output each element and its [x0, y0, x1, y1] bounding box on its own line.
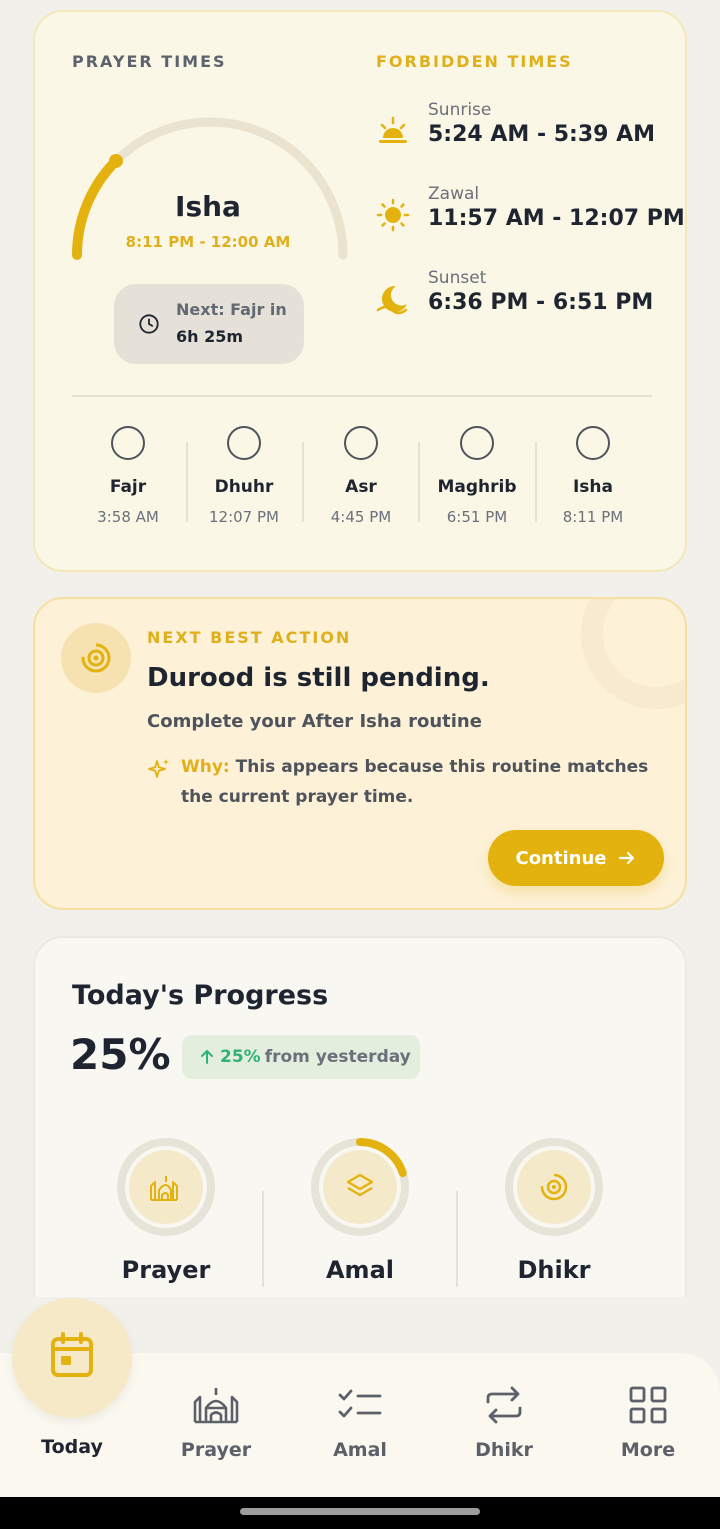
prayer-column-isha[interactable]: Isha 8:11 PM	[535, 426, 651, 526]
target-icon	[81, 643, 111, 673]
system-nav-bar	[0, 1497, 720, 1529]
home-handle[interactable]	[240, 1508, 480, 1515]
delta-value: 25%	[220, 1047, 261, 1067]
forbidden-times-label: FORBIDDEN TIMES	[376, 52, 573, 71]
nav-label-dhikr[interactable]: Dhikr	[444, 1439, 564, 1461]
prayer-time: 4:45 PM	[330, 508, 392, 526]
progress-percent: 25%	[70, 1030, 171, 1079]
forbidden-time: 6:36 PM - 6:51 PM	[428, 290, 654, 315]
prayer-column-dhuhr[interactable]: Dhuhr 12:07 PM	[186, 426, 302, 526]
prayer-name: Isha	[572, 477, 614, 497]
prayer-times-card[interactable]: PRAYER TIMES FORBIDDEN TIMES Isha 8:11 P…	[33, 10, 687, 572]
forbidden-name: Sunrise	[428, 100, 492, 120]
card-divider	[72, 395, 652, 397]
why-text: Why: This appears because this routine m…	[181, 757, 648, 777]
prayer-column-maghrib[interactable]: Maghrib 6:51 PM	[419, 426, 535, 526]
clock-icon	[139, 314, 159, 334]
prayer-checkbox[interactable]	[576, 426, 610, 460]
prayer-checkbox[interactable]	[227, 426, 261, 460]
checklist-icon[interactable]	[338, 1388, 382, 1422]
ring-divider	[456, 1191, 458, 1287]
sunrise-icon	[379, 116, 407, 143]
next-prayer-pill: Next: Fajr in 6h 25m	[114, 284, 304, 364]
nav-label-prayer[interactable]: Prayer	[156, 1439, 276, 1461]
continue-label: Continue	[515, 847, 607, 869]
dhikr-icon-badge	[61, 623, 131, 693]
next-prayer-text: Next: Fajr in	[176, 300, 287, 319]
prayer-checkbox[interactable]	[460, 426, 494, 460]
forbidden-time: 11:57 AM - 12:07 PM	[428, 206, 685, 231]
prayer-time: 8:11 PM	[562, 508, 624, 526]
ring-divider	[262, 1191, 264, 1287]
grid-icon[interactable]	[629, 1386, 667, 1424]
nav-label-amal[interactable]: Amal	[300, 1439, 420, 1461]
ring-label-prayer: Prayer	[121, 1256, 211, 1284]
progress-delta-badge: 25% from yesterday	[182, 1035, 420, 1079]
forbidden-name: Sunset	[428, 268, 487, 288]
sparkle-icon	[148, 759, 169, 778]
decorative-ring	[581, 599, 685, 709]
forbidden-time: 5:24 AM - 5:39 AM	[428, 122, 656, 147]
progress-ring	[505, 1138, 603, 1236]
progress-ring	[117, 1138, 215, 1236]
nav-label-today[interactable]: Today	[12, 1436, 132, 1458]
next-prayer-countdown: 6h 25m	[176, 327, 244, 346]
action-title: Durood is still pending.	[147, 663, 490, 693]
why-key: Why:	[181, 757, 230, 777]
why-reason-cont: the current prayer time.	[181, 787, 414, 807]
prayer-times-label: PRAYER TIMES	[72, 52, 227, 71]
prayer-column-asr[interactable]: Asr 4:45 PM	[303, 426, 419, 526]
prayer-name: Maghrib	[437, 477, 517, 497]
current-prayer-range: 8:11 PM - 12:00 AM	[125, 233, 291, 251]
prayer-checkbox[interactable]	[111, 426, 145, 460]
prayer-name: Fajr	[109, 477, 147, 497]
moon-icon	[376, 285, 408, 315]
dhikr-progress-ring[interactable]	[504, 1137, 604, 1237]
action-subtitle: Complete your After Isha routine	[147, 711, 482, 732]
delta-text: from yesterday	[264, 1047, 411, 1067]
prayer-time: 3:58 AM	[97, 508, 159, 526]
progress-title: Today's Progress	[72, 980, 329, 1011]
nav-item-today[interactable]	[12, 1298, 132, 1418]
amal-progress-ring[interactable]	[310, 1137, 410, 1237]
prayer-checkbox[interactable]	[344, 426, 378, 460]
next-best-action-card[interactable]: NEXT BEST ACTION Durood is still pending…	[33, 597, 687, 910]
arrow-right-icon	[618, 851, 634, 865]
ring-label-dhikr: Dhikr	[517, 1256, 591, 1284]
prayer-time: 6:51 PM	[446, 508, 508, 526]
prayer-time: 12:07 PM	[209, 508, 279, 526]
continue-button[interactable]: Continue	[488, 830, 664, 886]
prayer-name: Dhuhr	[214, 477, 274, 497]
arrow-up-icon	[201, 1050, 213, 1064]
why-reason: This appears because this routine matche…	[235, 757, 649, 777]
prayer-column-fajr[interactable]: Fajr 3:58 AM	[70, 426, 186, 526]
prayer-name: Asr	[345, 477, 377, 497]
progress-ring	[311, 1138, 409, 1236]
next-best-action-label: NEXT BEST ACTION	[147, 628, 352, 647]
nav-label-more[interactable]: More	[588, 1439, 708, 1461]
ring-label-amal: Amal	[325, 1256, 394, 1284]
mosque-icon[interactable]	[192, 1384, 240, 1424]
repeat-icon[interactable]	[484, 1386, 524, 1424]
forbidden-name: Zawal	[428, 184, 480, 204]
sun-icon	[376, 198, 410, 232]
current-prayer-name: Isha	[175, 190, 241, 223]
calendar-icon	[51, 1332, 93, 1377]
prayer-progress-ring[interactable]	[116, 1137, 216, 1237]
